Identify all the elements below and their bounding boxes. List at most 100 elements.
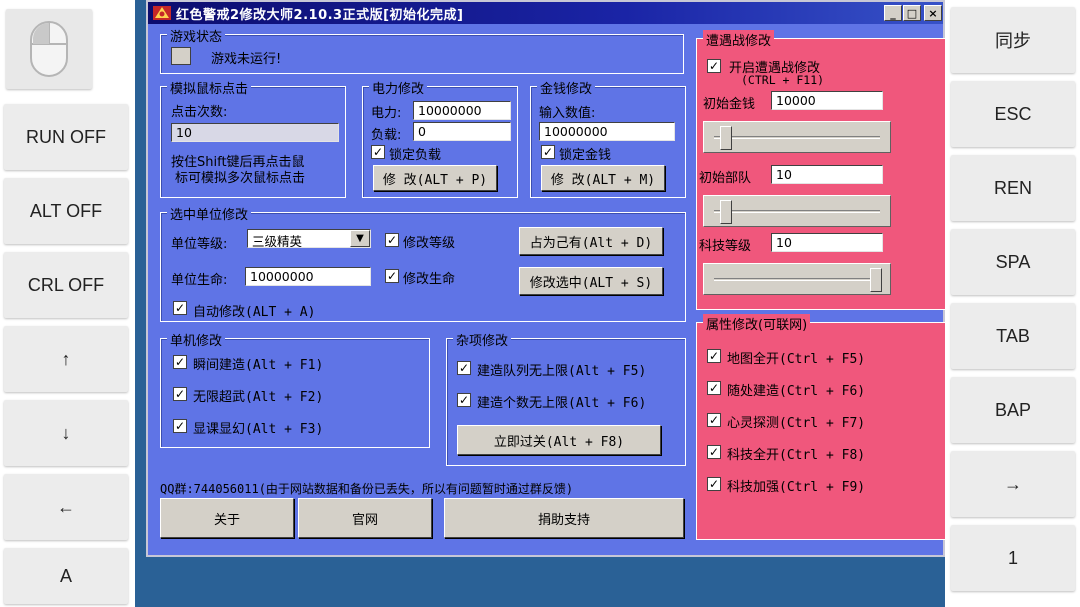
power-modify-button[interactable]: 修 改(ALT + P) xyxy=(373,165,497,191)
build-anywhere-checkbox[interactable]: ✓ xyxy=(707,381,721,395)
map-reveal-label: 地图全开(Ctrl + F5) xyxy=(727,352,866,367)
single-player-title: 单机修改 xyxy=(167,330,226,349)
maximize-button[interactable]: □ xyxy=(903,5,921,21)
tech-level-slider[interactable] xyxy=(703,263,891,295)
a-key[interactable]: A xyxy=(4,548,128,604)
website-button[interactable]: 官网 xyxy=(298,498,432,538)
power-field[interactable]: 10000000 xyxy=(413,101,511,120)
auto-modify-checkbox[interactable]: ✓ xyxy=(173,301,187,315)
bap-key-label: BAP xyxy=(994,399,1032,420)
initial-units-slider[interactable] xyxy=(703,195,891,227)
window-title: 红色警戒2修改大师2.10.3正式版[初始化完成] xyxy=(176,7,464,23)
left-arrow-icon: ← xyxy=(57,496,75,517)
initial-units-field[interactable]: 10 xyxy=(771,165,883,184)
left-arrow-key[interactable]: ← xyxy=(4,474,128,540)
modify-level-label: 修改等级 xyxy=(403,236,456,251)
alt-toggle-key[interactable]: ALT OFF xyxy=(4,178,128,244)
esc-key-label: ESC xyxy=(994,103,1032,124)
unit-hp-field[interactable]: 10000000 xyxy=(245,267,371,286)
sync-key[interactable]: 同步 xyxy=(951,7,1075,73)
queue-limit-checkbox[interactable]: ✓ xyxy=(457,361,471,375)
spa-key-label: SPA xyxy=(995,251,1031,272)
initial-money-slider-thumb[interactable] xyxy=(719,126,732,150)
auto-modify-label: 自动修改(ALT + A) xyxy=(193,305,316,320)
ren-key-label: REN xyxy=(993,177,1032,198)
tab-key[interactable]: TAB xyxy=(951,303,1075,369)
psychic-detect-label: 心灵探测(Ctrl + F7) xyxy=(727,416,866,431)
slider-track xyxy=(714,210,880,213)
encounter-title: 遭遇战修改 xyxy=(703,30,775,49)
build-count-checkbox[interactable]: ✓ xyxy=(457,393,471,407)
modify-selected-button[interactable]: 修改选中(ALT + S) xyxy=(519,267,663,295)
one-key-label: 1 xyxy=(1007,547,1018,568)
initial-money-field[interactable]: 10000 xyxy=(771,91,883,110)
unlimited-superweapon-checkbox[interactable]: ✓ xyxy=(173,387,187,401)
show-phantom-checkbox[interactable]: ✓ xyxy=(173,419,187,433)
down-arrow-key[interactable]: ↓ xyxy=(4,400,128,466)
money-group: 金钱修改 输入数值: 10000000 ✓ 锁定金钱 修 改(ALT + M) xyxy=(530,78,686,198)
run-key-label: RUN OFF xyxy=(26,126,106,147)
enable-encounter-checkbox[interactable]: ✓ xyxy=(707,59,721,73)
map-reveal-checkbox[interactable]: ✓ xyxy=(707,349,721,363)
win-now-button[interactable]: 立即过关(Alt + F8) xyxy=(457,425,661,455)
initial-money-label: 初始金钱 xyxy=(703,97,756,112)
minimize-button[interactable]: _ xyxy=(884,5,902,21)
lock-load-checkbox[interactable]: ✓ xyxy=(371,145,385,159)
load-label: 负载: xyxy=(371,128,402,143)
load-field[interactable]: 0 xyxy=(413,122,511,141)
money-input-label: 输入数值: xyxy=(539,106,596,121)
close-button[interactable]: × xyxy=(924,5,942,21)
misc-group: 杂项修改 ✓ 建造队列无上限(Alt + F5) ✓ 建造个数无上限(Alt +… xyxy=(446,330,686,466)
initial-units-label: 初始部队 xyxy=(699,171,752,186)
money-modify-button[interactable]: 修 改(ALT + M) xyxy=(541,165,665,191)
click-count-label: 点击次数: xyxy=(171,105,228,120)
one-key[interactable]: 1 xyxy=(951,525,1075,591)
instant-build-checkbox[interactable]: ✓ xyxy=(173,355,187,369)
donate-button[interactable]: 捐助支持 xyxy=(444,498,684,538)
tech-unlock-checkbox[interactable]: ✓ xyxy=(707,445,721,459)
run-toggle-key[interactable]: RUN OFF xyxy=(4,104,128,170)
tech-level-slider-thumb[interactable] xyxy=(870,268,882,292)
single-player-group: 单机修改 ✓ 瞬间建造(Alt + F1) ✓ 无限超武(Alt + F2) ✓… xyxy=(160,330,430,448)
app-logo-icon xyxy=(153,6,171,20)
down-arrow-icon: ↓ xyxy=(61,422,71,443)
a-key-label: A xyxy=(59,565,72,586)
bap-key[interactable]: BAP xyxy=(951,377,1075,443)
up-arrow-key[interactable]: ↑ xyxy=(4,326,128,392)
chevron-down-icon[interactable]: ▼ xyxy=(350,230,370,247)
spa-key[interactable]: SPA xyxy=(951,229,1075,295)
misc-title: 杂项修改 xyxy=(453,330,512,349)
ren-key[interactable]: REN xyxy=(951,155,1075,221)
initial-units-slider-thumb[interactable] xyxy=(719,200,732,224)
psychic-detect-checkbox[interactable]: ✓ xyxy=(707,413,721,427)
money-field[interactable]: 10000000 xyxy=(539,122,675,141)
capture-unit-button[interactable]: 占为己有(Alt + D) xyxy=(519,227,663,255)
power-group: 电力修改 电力: 10000000 负载: 0 ✓ 锁定负载 修 改(ALT +… xyxy=(362,78,518,198)
trainer-window: 红色警戒2修改大师2.10.3正式版[初始化完成] _ □ × 游戏状态 游戏未… xyxy=(146,0,946,557)
unit-level-select[interactable]: 三级精英 ▼ xyxy=(247,229,371,248)
unit-level-label: 单位等级: xyxy=(171,237,228,252)
unit-level-value: 三级精英 xyxy=(252,234,303,248)
modify-level-checkbox[interactable]: ✓ xyxy=(385,233,399,247)
initial-money-slider[interactable] xyxy=(703,121,891,153)
money-title: 金钱修改 xyxy=(537,78,596,97)
tech-level-field[interactable]: 10 xyxy=(771,233,883,252)
enable-encounter-hotkey: (CTRL + F11) xyxy=(741,73,825,87)
click-count-field[interactable]: 10 xyxy=(171,123,339,142)
esc-key[interactable]: ESC xyxy=(951,81,1075,147)
right-arrow-icon: → xyxy=(1004,473,1022,494)
about-button[interactable]: 关于 xyxy=(160,498,294,538)
title-bar[interactable]: 红色警戒2修改大师2.10.3正式版[初始化完成] _ □ × xyxy=(148,2,943,24)
modify-hp-checkbox[interactable]: ✓ xyxy=(385,269,399,283)
unlimited-superweapon-label: 无限超武(Alt + F2) xyxy=(193,390,324,405)
mouse-key[interactable] xyxy=(6,9,92,89)
tech-boost-checkbox[interactable]: ✓ xyxy=(707,477,721,491)
build-anywhere-label: 随处建造(Ctrl + F6) xyxy=(727,384,866,399)
mouse-icon xyxy=(30,21,68,77)
crl-toggle-key[interactable]: CRL OFF xyxy=(4,252,128,318)
lock-money-checkbox[interactable]: ✓ xyxy=(541,145,555,159)
tech-level-label: 科技等级 xyxy=(699,239,752,254)
right-arrow-key[interactable]: → xyxy=(951,451,1075,517)
sync-key-label: 同步 xyxy=(995,31,1031,51)
game-status-text: 游戏未运行! xyxy=(211,52,282,67)
